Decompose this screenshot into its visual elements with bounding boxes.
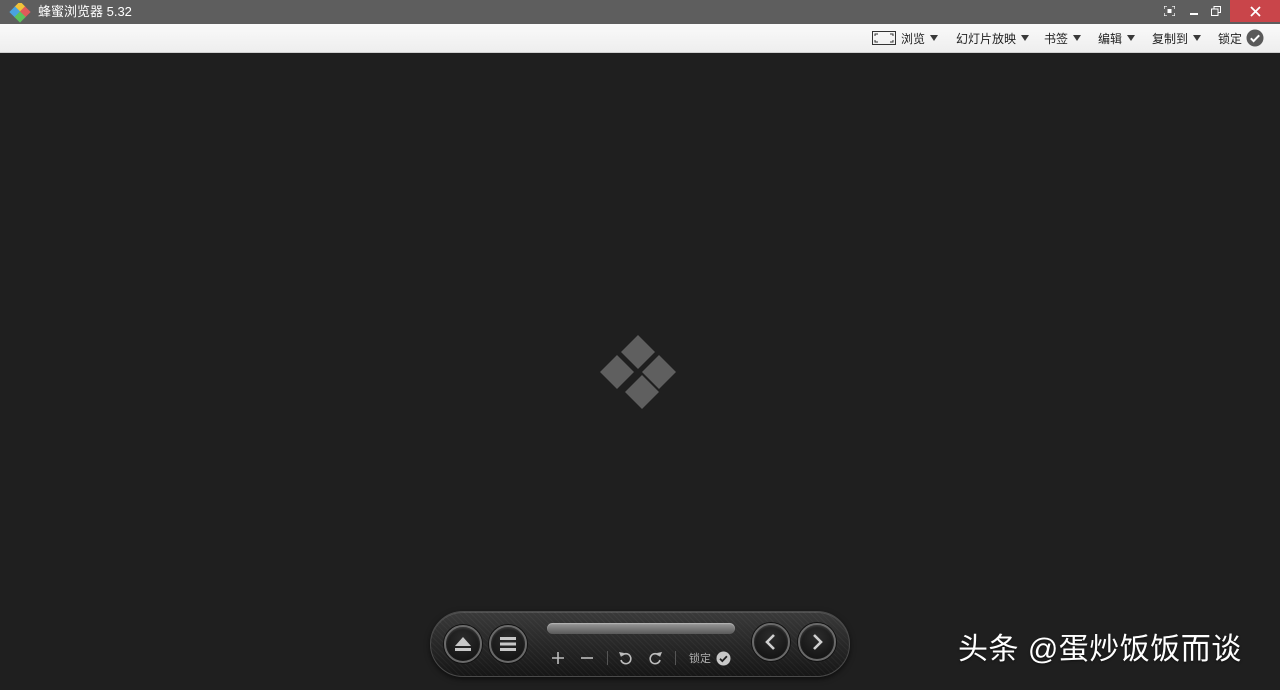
rotate-left-icon [619,652,632,665]
copy-to-menu[interactable]: 复制到 [1152,24,1202,52]
dropdown-arrow-icon [1073,35,1082,41]
rotate-left-button[interactable] [617,650,635,666]
separator [607,651,608,665]
lock-label: 锁定 [1218,31,1243,46]
plus-icon [552,652,564,664]
watermark-text: 头条 @蛋炒饭饭而谈 [958,633,1242,666]
check-circle-icon [1246,29,1264,47]
minimize-icon [1190,13,1198,15]
edit-label: 编辑 [1098,31,1123,46]
capture-button[interactable] [1158,0,1180,22]
zoom-in-button[interactable] [550,650,566,666]
chevron-left-icon [765,634,775,650]
eject-icon [455,637,471,651]
title-bar: 蜂蜜浏览器 5.32 [0,0,1280,24]
app-logo-icon [9,3,31,23]
next-button[interactable] [798,623,836,661]
dropdown-arrow-icon [1193,35,1202,41]
dropdown-arrow-icon [930,35,939,41]
diamond-logo-icon [600,335,676,409]
capture-icon [1163,6,1175,16]
app-title: 蜂蜜浏览器 5.32 [38,4,132,19]
minimize-button[interactable] [1183,0,1205,22]
browse-menu[interactable]: 浏览 [872,24,939,52]
restore-icon [1211,6,1221,16]
bookmark-label: 书签 [1044,31,1069,46]
dropdown-arrow-icon [1127,35,1136,41]
copy-to-label: 复制到 [1152,31,1189,46]
zoom-slider[interactable] [547,623,735,634]
slideshow-menu[interactable]: 幻灯片放映 [956,24,1030,52]
rotate-right-icon [649,652,662,665]
lock-label: 锁定 [689,653,711,665]
edit-menu[interactable]: 编辑 [1098,24,1136,52]
menu-button[interactable] [489,625,527,663]
menu-icon [500,637,516,651]
rotate-right-button[interactable] [646,650,664,666]
control-bar: 锁定 [430,611,850,677]
restore-button[interactable] [1205,0,1227,22]
slideshow-label: 幻灯片放映 [956,31,1017,46]
close-icon [1249,5,1261,17]
lock-toggle-bottom[interactable]: 锁定 [689,650,731,666]
close-button[interactable] [1230,0,1280,22]
lock-toggle[interactable]: 锁定 [1218,24,1264,52]
browse-label: 浏览 [901,31,926,46]
bookmark-menu[interactable]: 书签 [1044,24,1082,52]
eject-button[interactable] [444,625,482,663]
zoom-out-button[interactable] [579,650,595,666]
toolbar: 浏览 幻灯片放映 书签 编辑 复制到 锁定 [0,24,1280,53]
chevron-right-icon [813,634,823,650]
dropdown-arrow-icon [1021,35,1030,41]
fullscreen-frame-icon [872,31,896,45]
previous-button[interactable] [752,623,790,661]
separator [675,651,676,665]
check-circle-icon [716,651,731,665]
minus-icon [581,657,593,659]
